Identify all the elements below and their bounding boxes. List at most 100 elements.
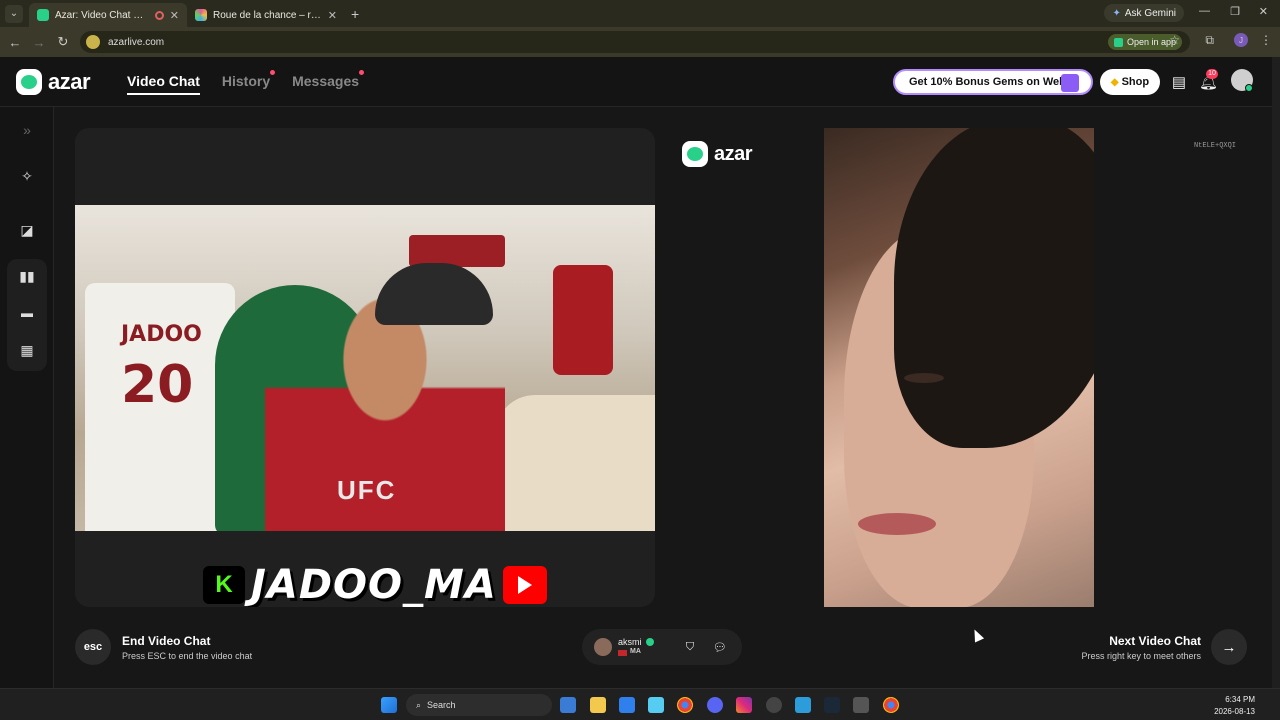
partner-avatar[interactable] bbox=[594, 638, 612, 656]
nav-messages[interactable]: Messages bbox=[292, 70, 365, 95]
reload-icon[interactable]: ↻ bbox=[51, 34, 75, 50]
new-tab-icon[interactable]: + bbox=[351, 6, 359, 22]
restore-icon[interactable]: ❐ bbox=[1230, 5, 1240, 18]
azar-logo-icon bbox=[16, 69, 42, 95]
app-icon[interactable] bbox=[853, 697, 869, 713]
browser-tab-strip: ⌄ Azar: Video Chat with New ✕ Roue de la… bbox=[0, 0, 1280, 27]
brand-name: azar bbox=[48, 69, 91, 94]
page-scrollbar[interactable] bbox=[1272, 57, 1280, 688]
roue-favicon-icon bbox=[195, 9, 207, 21]
url-bar[interactable]: azarlive.com Open in app bbox=[80, 31, 1190, 53]
unread-dot bbox=[359, 70, 365, 75]
browser-menu-icon[interactable]: ⋮ bbox=[1260, 33, 1272, 47]
ask-gemini-label: Ask Gemini bbox=[1124, 7, 1176, 19]
search-icon: ⌕ bbox=[416, 699, 422, 710]
online-status-dot bbox=[1245, 84, 1253, 92]
report-shield-icon[interactable]: ⛉ bbox=[682, 639, 698, 655]
layout-stacked-icon[interactable]: ▬ bbox=[14, 300, 40, 326]
end-chat-hint: Press ESC to end the video chat bbox=[122, 651, 253, 661]
ask-gemini-button[interactable]: ✦ Ask Gemini bbox=[1104, 4, 1184, 22]
layout-side-by-side-icon[interactable]: ▮▮ bbox=[14, 263, 40, 289]
azar-logo[interactable]: azar bbox=[16, 69, 91, 95]
mouse-cursor-icon bbox=[969, 627, 985, 643]
close-tab-icon[interactable]: ✕ bbox=[328, 9, 337, 22]
next-chat-hint: Press right key to meet others bbox=[1081, 651, 1201, 661]
inbox-icon[interactable]: ▤ bbox=[1170, 73, 1188, 91]
forward-icon[interactable]: → bbox=[27, 35, 51, 50]
instagram-icon[interactable] bbox=[736, 697, 752, 713]
search-label: Search bbox=[427, 700, 456, 710]
red-jersey bbox=[553, 265, 613, 375]
my-video-feed: JADOO 20 UFC bbox=[75, 205, 655, 531]
clock-date: 2026-08-13 bbox=[1214, 707, 1255, 716]
close-tab-icon[interactable]: ✕ bbox=[170, 9, 179, 22]
youtube-logo-icon bbox=[502, 566, 547, 604]
gemini-sparkle-icon: ✦ bbox=[1112, 7, 1121, 19]
store-icon[interactable] bbox=[648, 697, 664, 713]
my-camera-pane: JADOO 20 UFC K JADOO_MA bbox=[75, 128, 655, 607]
morocco-flag-icon bbox=[618, 650, 627, 656]
video-chat-area: JADOO 20 UFC K JADOO_MA azar NtELE+QXQI … bbox=[54, 107, 1280, 688]
photos-icon[interactable] bbox=[795, 697, 811, 713]
mail-icon[interactable] bbox=[619, 697, 635, 713]
notification-badge: 10 bbox=[1206, 69, 1218, 79]
widgets-icon[interactable] bbox=[560, 697, 576, 713]
steam-icon[interactable] bbox=[824, 697, 840, 713]
discord-icon[interactable] bbox=[707, 697, 723, 713]
close-window-icon[interactable]: ✕ bbox=[1259, 5, 1268, 18]
bed bbox=[495, 395, 655, 531]
session-id-text: NtELE+QXQI bbox=[1193, 142, 1236, 150]
layout-pip-icon[interactable]: ▦ bbox=[14, 337, 40, 363]
chrome-active-icon[interactable] bbox=[883, 697, 899, 713]
azar-watermark: azar bbox=[682, 141, 753, 167]
gem-icon: ◆ bbox=[1110, 76, 1119, 88]
partner-eye bbox=[904, 373, 944, 383]
nav-history[interactable]: History bbox=[221, 70, 276, 95]
extensions-icon[interactable]: ⧉ bbox=[1205, 33, 1214, 48]
end-chat-button[interactable]: esc bbox=[75, 629, 111, 665]
tab-azar[interactable]: Azar: Video Chat with New ✕ bbox=[29, 3, 187, 27]
arrow-right-icon: → bbox=[1221, 638, 1237, 656]
kick-logo-icon: K bbox=[203, 566, 245, 604]
app-icon bbox=[1113, 37, 1123, 47]
bonus-gems-button[interactable]: Get 10% Bonus Gems on Web! bbox=[893, 69, 1093, 95]
magic-wand-icon[interactable]: ✧ bbox=[14, 163, 40, 189]
chat-bubble-icon[interactable]: 💬︎ bbox=[712, 639, 728, 655]
tab-roue[interactable]: Roue de la chance – roue aléat ✕ bbox=[187, 3, 345, 27]
site-info-icon[interactable] bbox=[86, 35, 100, 49]
chrome-icon[interactable] bbox=[677, 697, 693, 713]
next-chat-button[interactable]: → bbox=[1211, 629, 1247, 665]
unread-dot bbox=[270, 70, 276, 75]
shirt-logo-text: UFC bbox=[337, 475, 397, 505]
system-clock[interactable]: 6:34 PM 2026-08-13 bbox=[1214, 694, 1255, 718]
left-sidebar: » ✧ ◪ ▮▮ ▬ ▦ bbox=[0, 107, 54, 688]
url-text: azarlive.com bbox=[108, 36, 165, 48]
main-nav: Video Chat History Messages bbox=[127, 70, 365, 95]
nav-video-chat[interactable]: Video Chat bbox=[127, 73, 200, 95]
streamer-name: JADOO_MA bbox=[251, 562, 497, 607]
taskbar-search[interactable]: ⌕ Search bbox=[406, 694, 552, 716]
minimize-icon[interactable]: — bbox=[1199, 5, 1210, 17]
partner-lips bbox=[858, 513, 936, 535]
shop-button[interactable]: ◆ Shop bbox=[1100, 69, 1160, 95]
bookmark-star-icon[interactable]: ☆ bbox=[1169, 33, 1180, 47]
end-chat-title: End Video Chat bbox=[122, 634, 211, 648]
file-explorer-icon[interactable] bbox=[590, 697, 606, 713]
azar-watermark-icon bbox=[682, 141, 708, 167]
tab-search-icon[interactable]: ⌄ bbox=[5, 4, 23, 23]
start-icon[interactable] bbox=[381, 697, 397, 713]
partner-name: aksmi bbox=[618, 637, 642, 647]
back-icon[interactable]: ← bbox=[3, 35, 27, 50]
app-header: azar Video Chat History Messages Get 10%… bbox=[0, 57, 1280, 107]
profile-avatar[interactable]: J bbox=[1234, 33, 1248, 47]
tab-title: Roue de la chance – roue aléat bbox=[213, 9, 322, 21]
clock-time: 6:34 PM bbox=[1225, 695, 1255, 704]
partner-info-bar: aksmi MA ⛉ 💬︎ bbox=[582, 629, 742, 665]
expand-sidebar-icon[interactable]: » bbox=[14, 117, 40, 143]
nav-label: History bbox=[221, 73, 271, 89]
filter-icon[interactable]: ◪ bbox=[14, 217, 40, 243]
promo-label: Get 10% Bonus Gems on Web! bbox=[909, 76, 1070, 88]
obs-icon[interactable] bbox=[766, 697, 782, 713]
partner-hair bbox=[894, 128, 1094, 448]
verified-badge-icon bbox=[646, 638, 654, 646]
